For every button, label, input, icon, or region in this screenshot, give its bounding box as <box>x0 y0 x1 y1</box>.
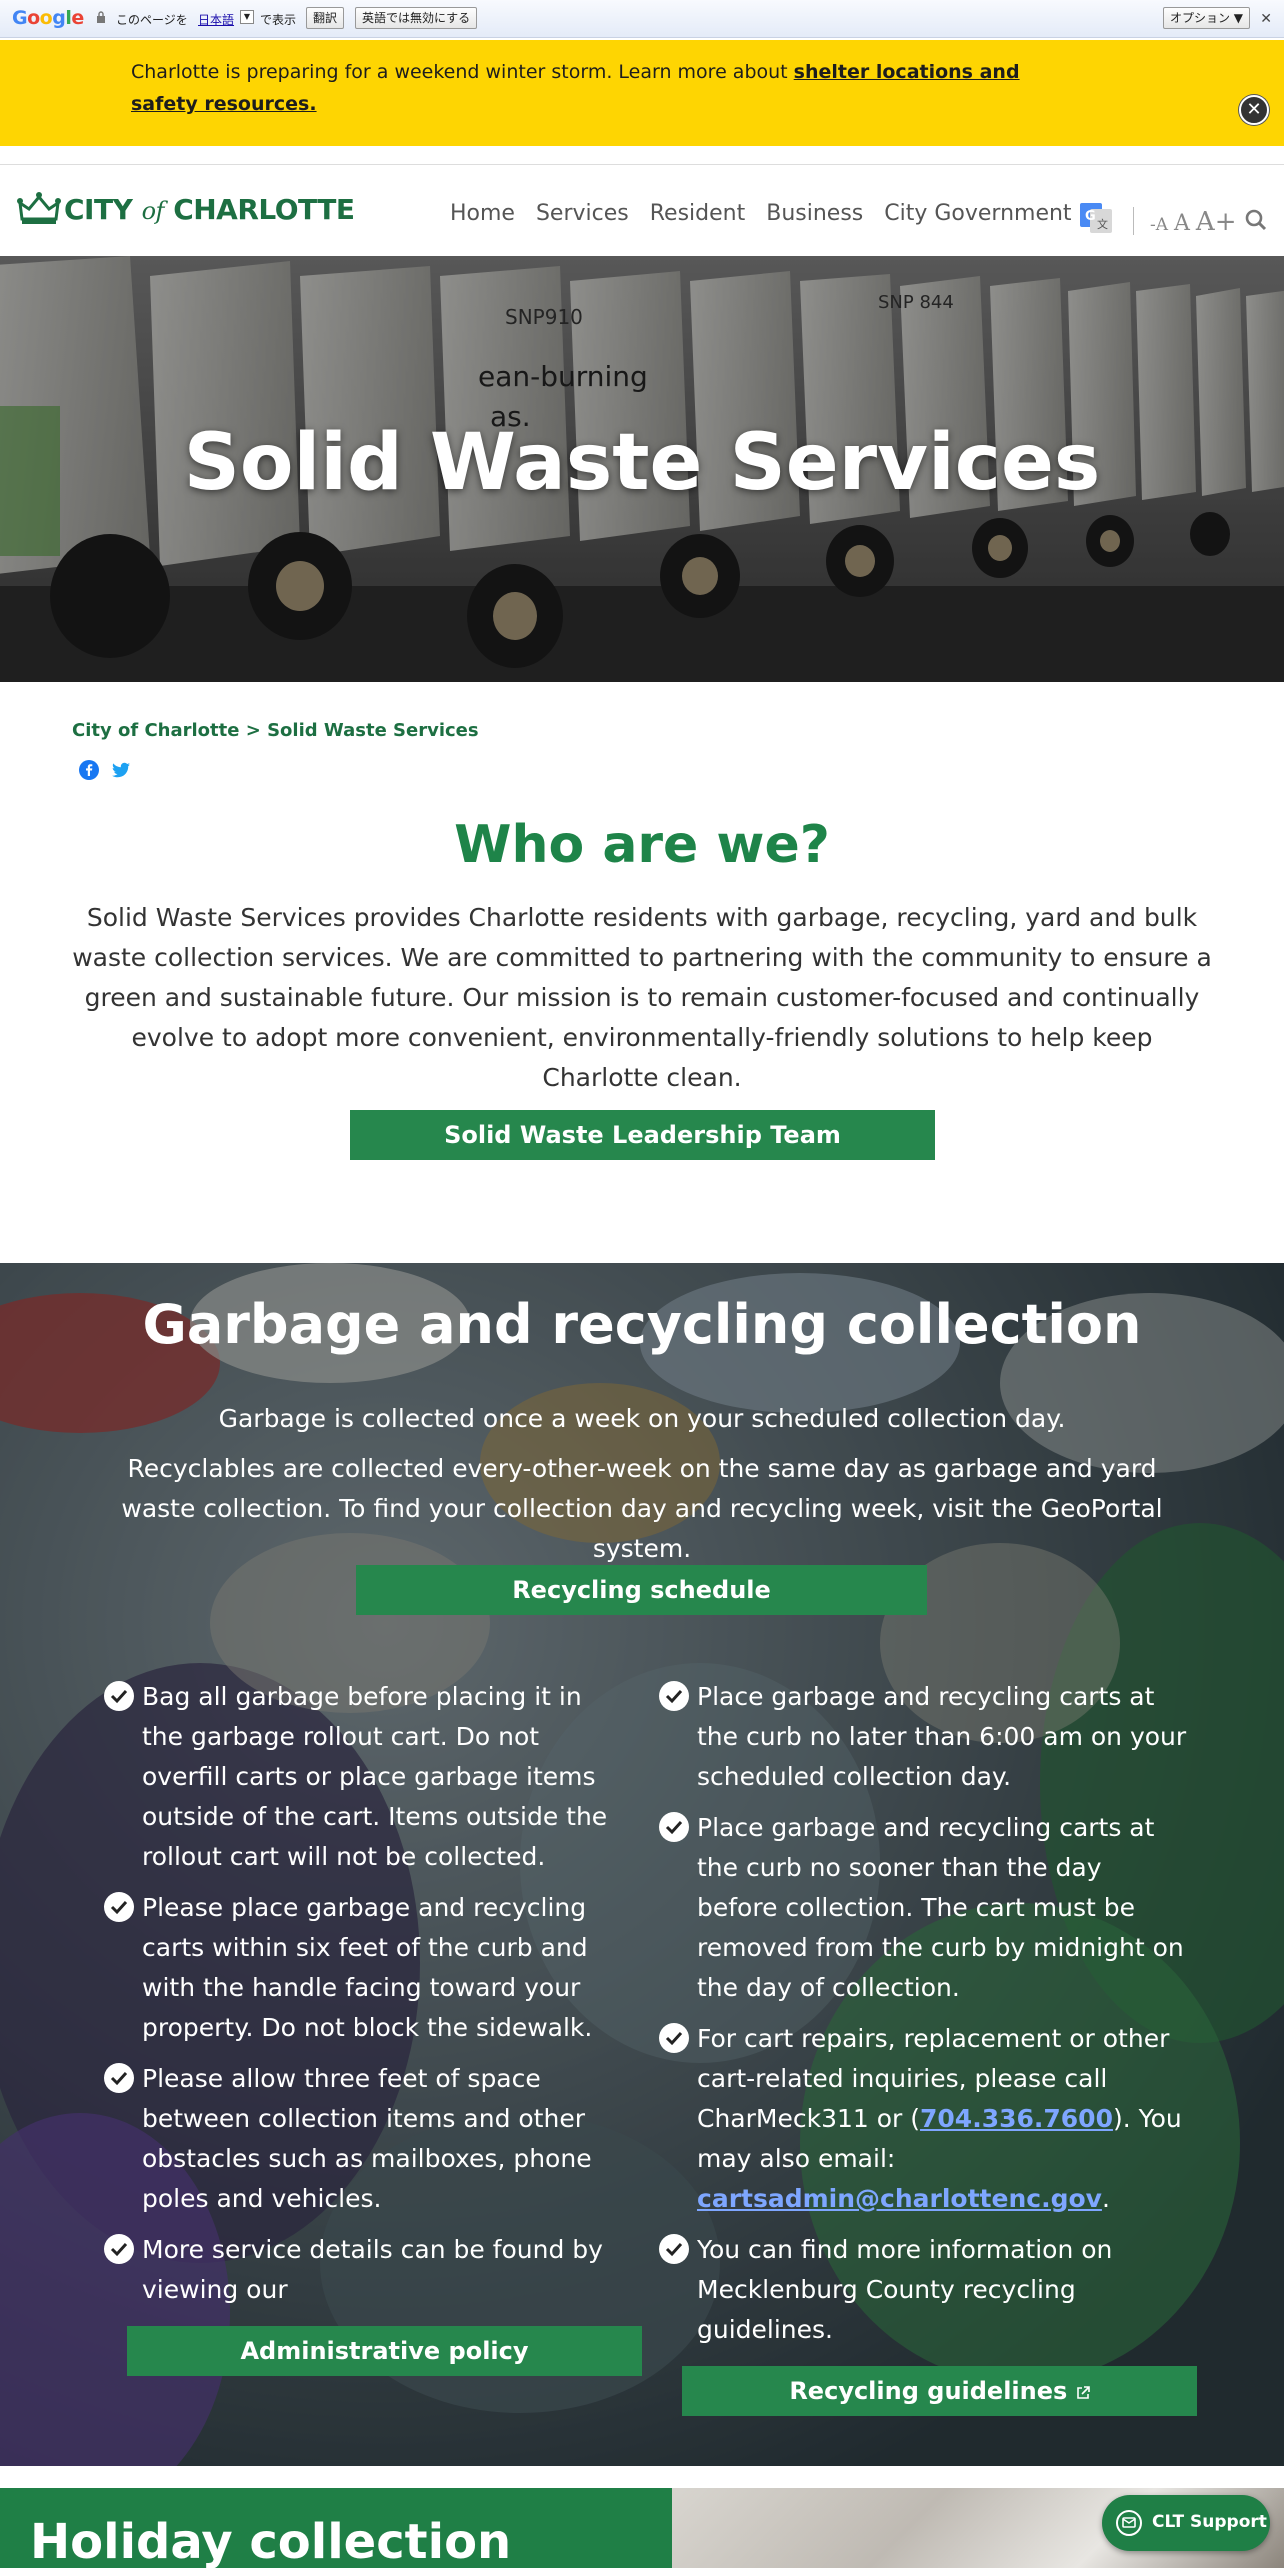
holiday-section: Holiday collection <box>0 2488 672 2568</box>
hero-banner: SNP910 ean-burning as. SNP 844 Solid Was… <box>0 256 1284 682</box>
administrative-policy-button[interactable]: Administrative policy <box>127 2326 642 2376</box>
list-item-text: Please place garbage and recycling carts… <box>142 1893 593 2042</box>
clt-support-button[interactable]: CLT Support <box>1102 2495 1270 2551</box>
font-size-controls: -A A A+ <box>1150 207 1236 237</box>
translate-prompt-text: このページを <box>116 13 188 27</box>
reset-font-button[interactable]: A <box>1174 211 1190 236</box>
google-translate-icon[interactable]: G 文 <box>1080 203 1112 233</box>
who-heading: Who are we? <box>454 815 830 875</box>
chevron-down-icon[interactable]: ▼ <box>240 10 254 24</box>
logo-city: CITY <box>64 192 133 226</box>
logo-of: of <box>141 196 165 225</box>
checkmark-icon <box>104 2234 134 2264</box>
list-item: Bag all garbage before placing it in the… <box>104 1677 624 1877</box>
disable-translation-button[interactable]: 英語では無効にする <box>355 7 478 29</box>
page-title: Solid Waste Services <box>183 418 1101 508</box>
logo-charlotte: CHARLOTTE <box>173 192 355 226</box>
decrease-font-button[interactable]: -A <box>1150 215 1168 235</box>
site-header: CITY of CHARLOTTE Home Services Resident… <box>0 164 1284 256</box>
list-item: Place garbage and recycling carts at the… <box>659 1677 1189 1797</box>
email-link[interactable]: cartsadmin@charlottenc.gov <box>697 2184 1102 2213</box>
logo-wordmark: CITY of CHARLOTTE <box>64 193 355 226</box>
city-logo[interactable]: CITY of CHARLOTTE <box>16 189 355 229</box>
social-share <box>79 760 131 780</box>
list-item: You can find more information on Mecklen… <box>659 2230 1189 2350</box>
close-icon[interactable]: ✕ <box>1260 11 1272 27</box>
alert-text: Charlotte is preparing for a weekend win… <box>131 61 794 83</box>
checkmark-icon <box>104 1892 134 1922</box>
list-item: Place garbage and recycling carts at the… <box>659 1808 1189 2008</box>
list-item-text: Please allow three feet of space between… <box>142 2064 592 2213</box>
svg-text:文: 文 <box>1097 217 1108 231</box>
list-item-text: Place garbage and recycling carts at the… <box>697 1682 1187 1791</box>
options-button[interactable]: オプション ▼ <box>1162 7 1250 29</box>
nav-business[interactable]: Business <box>766 201 863 226</box>
google-translate-bar: Google このページを 日本語 ▼ で表示 翻訳 英語では無効にする オプシ… <box>0 0 1284 38</box>
translate-button[interactable]: 翻訳 <box>306 7 345 29</box>
holiday-heading: Holiday collection <box>30 2514 512 2568</box>
checkmark-icon <box>659 2023 689 2053</box>
recycling-schedule-button[interactable]: Recycling schedule <box>356 1565 927 1615</box>
list-item: Please place garbage and recycling carts… <box>104 1888 624 2048</box>
close-alert-button[interactable]: ✕ <box>1239 95 1269 125</box>
garbage-intro-1: Garbage is collected once a week on your… <box>218 1404 1066 1433</box>
increase-font-button[interactable]: A+ <box>1196 207 1237 237</box>
svg-text:G: G <box>1085 209 1096 224</box>
checkmark-icon <box>104 1681 134 1711</box>
cart-text-after: . <box>1101 2184 1110 2213</box>
breadcrumb: City of Charlotte > Solid Waste Services <box>72 720 479 741</box>
language-select[interactable]: 日本語 <box>198 11 234 28</box>
crown-icon <box>17 192 61 224</box>
lock-icon <box>97 11 105 23</box>
guidelines-right-column: Place garbage and recycling carts at the… <box>659 1677 1189 2361</box>
checkmark-icon <box>659 1681 689 1711</box>
external-link-icon <box>1076 2386 1090 2399</box>
breadcrumb-home[interactable]: City of Charlotte <box>72 720 239 741</box>
recycling-guidelines-button[interactable]: Recycling guidelines <box>682 2366 1197 2416</box>
checkmark-icon <box>659 1812 689 1842</box>
main-nav: Home Services Resident Business City Gov… <box>450 201 1093 226</box>
checkmark-icon <box>659 2234 689 2264</box>
chat-icon <box>1116 2510 1142 2536</box>
google-logo: Google <box>12 7 84 29</box>
garbage-heading: Garbage and recycling collection <box>142 1293 1142 1356</box>
header-divider <box>1133 207 1134 235</box>
who-description: Solid Waste Services provides Charlotte … <box>72 903 1212 1092</box>
nav-city-government[interactable]: City Government <box>884 201 1071 226</box>
list-item: More service details can be found by vie… <box>104 2230 624 2310</box>
breadcrumb-separator: > <box>239 720 268 741</box>
list-item-text: You can find more information on Mecklen… <box>697 2235 1113 2344</box>
nav-resident[interactable]: Resident <box>650 201 745 226</box>
nav-home[interactable]: Home <box>450 201 515 226</box>
facebook-icon[interactable] <box>79 760 99 780</box>
leadership-team-button[interactable]: Solid Waste Leadership Team <box>350 1110 935 1160</box>
list-item: For cart repairs, replacement or other c… <box>659 2019 1189 2219</box>
twitter-icon[interactable] <box>111 760 131 780</box>
recycling-guidelines-label: Recycling guidelines <box>789 2377 1068 2405</box>
support-label: CLT Support <box>1152 2512 1267 2532</box>
list-item: Please allow three feet of space between… <box>104 2059 624 2219</box>
garbage-intro-2: Recyclables are collected every-other-we… <box>121 1454 1163 1563</box>
search-icon[interactable] <box>1245 209 1267 231</box>
list-item-text: Bag all garbage before placing it in the… <box>142 1682 608 1871</box>
checkmark-icon <box>104 2063 134 2093</box>
guidelines-left-column: Bag all garbage before placing it in the… <box>104 1677 624 2321</box>
alert-banner: Charlotte is preparing for a weekend win… <box>0 40 1284 146</box>
translate-prompt-suffix: で表示 <box>260 13 297 27</box>
phone-link[interactable]: 704.336.7600 <box>920 2104 1113 2133</box>
list-item-text: Place garbage and recycling carts at the… <box>697 1813 1184 2002</box>
list-item-text: More service details can be found by vie… <box>142 2235 603 2304</box>
garbage-intro: Garbage is collected once a week on your… <box>100 1399 1184 1569</box>
nav-services[interactable]: Services <box>536 201 629 226</box>
breadcrumb-current: Solid Waste Services <box>267 720 479 741</box>
alert-message: Charlotte is preparing for a weekend win… <box>131 56 1091 120</box>
